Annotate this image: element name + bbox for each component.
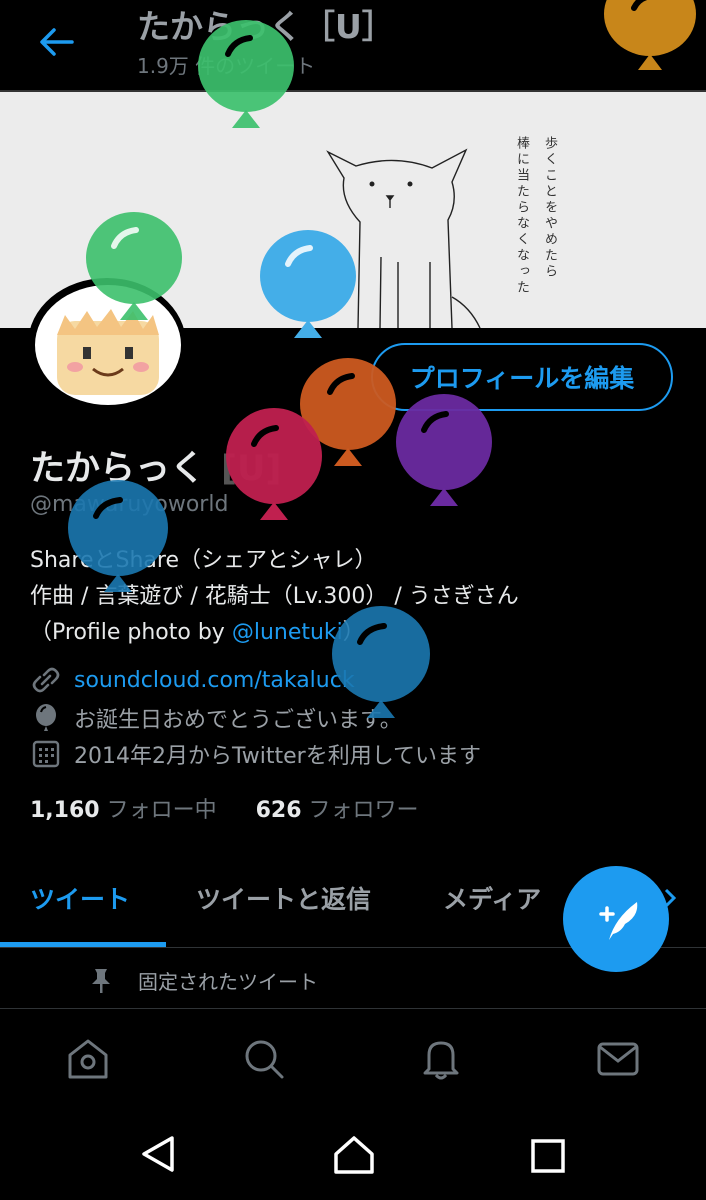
bio-line-3-prefix: （Profile photo by <box>30 620 232 645</box>
following-label: フォロー中 <box>106 798 217 823</box>
compose-tweet-button[interactable] <box>563 866 669 972</box>
system-recents-icon[interactable] <box>530 1138 566 1174</box>
balloon-icon <box>36 704 56 731</box>
system-navigation-bar <box>0 1104 706 1200</box>
followers-count: 626 <box>255 798 302 823</box>
balloon-gold <box>604 0 696 70</box>
banner-text-2: 棒に当たらなくなった <box>514 136 529 296</box>
messages-mail-icon[interactable] <box>596 1039 640 1079</box>
pin-icon <box>92 968 110 993</box>
balloon-blue-2 <box>68 480 168 592</box>
followers-label: フォロワー <box>308 798 419 823</box>
bio-line-3: （Profile photo by @lunetuki） <box>30 614 365 646</box>
balloon-green-1 <box>198 20 294 128</box>
back-arrow-icon[interactable] <box>36 24 76 60</box>
website-link[interactable]: soundcloud.com/takaluck <box>74 668 355 693</box>
tab-tweets-and-replies[interactable]: ツイートと返信 <box>196 880 371 916</box>
tab-tweets[interactable]: ツイート <box>30 880 130 916</box>
following-count: 1,160 <box>30 798 100 823</box>
notifications-bell-icon[interactable] <box>419 1037 463 1081</box>
pinned-tweet-header: 固定されたツイート <box>88 966 318 995</box>
followers-link[interactable]: 626 フォロワー <box>256 798 419 823</box>
system-back-icon[interactable] <box>138 1134 178 1174</box>
tab-media[interactable]: メディア <box>443 880 541 916</box>
balloon-blue-1 <box>260 230 356 338</box>
balloon-green-2 <box>86 212 182 320</box>
joined-text: 2014年2月からTwitterを利用しています <box>74 744 482 769</box>
home-icon[interactable] <box>66 1037 110 1081</box>
balloon-blue-3 <box>332 606 430 718</box>
follow-counts: 1,160 フォロー中 626 フォロワー <box>30 792 419 824</box>
calendar-icon <box>32 740 60 768</box>
bio-mention-link[interactable]: @lunetuki <box>232 620 343 645</box>
joined-row: 2014年2月からTwitterを利用しています <box>30 738 481 770</box>
banner-text-1: 歩くことをやめたら <box>542 136 557 280</box>
website-row: soundcloud.com/takaluck <box>30 666 355 694</box>
following-link[interactable]: 1,160 フォロー中 <box>30 798 217 823</box>
search-icon[interactable] <box>242 1037 286 1081</box>
bottom-nav <box>0 1008 706 1105</box>
compose-tweet-icon <box>599 902 638 940</box>
balloon-red <box>226 408 322 520</box>
balloon-purple <box>396 394 492 506</box>
system-home-icon[interactable] <box>332 1132 376 1176</box>
link-icon <box>32 667 60 693</box>
pinned-label: 固定されたツイート <box>138 970 318 994</box>
